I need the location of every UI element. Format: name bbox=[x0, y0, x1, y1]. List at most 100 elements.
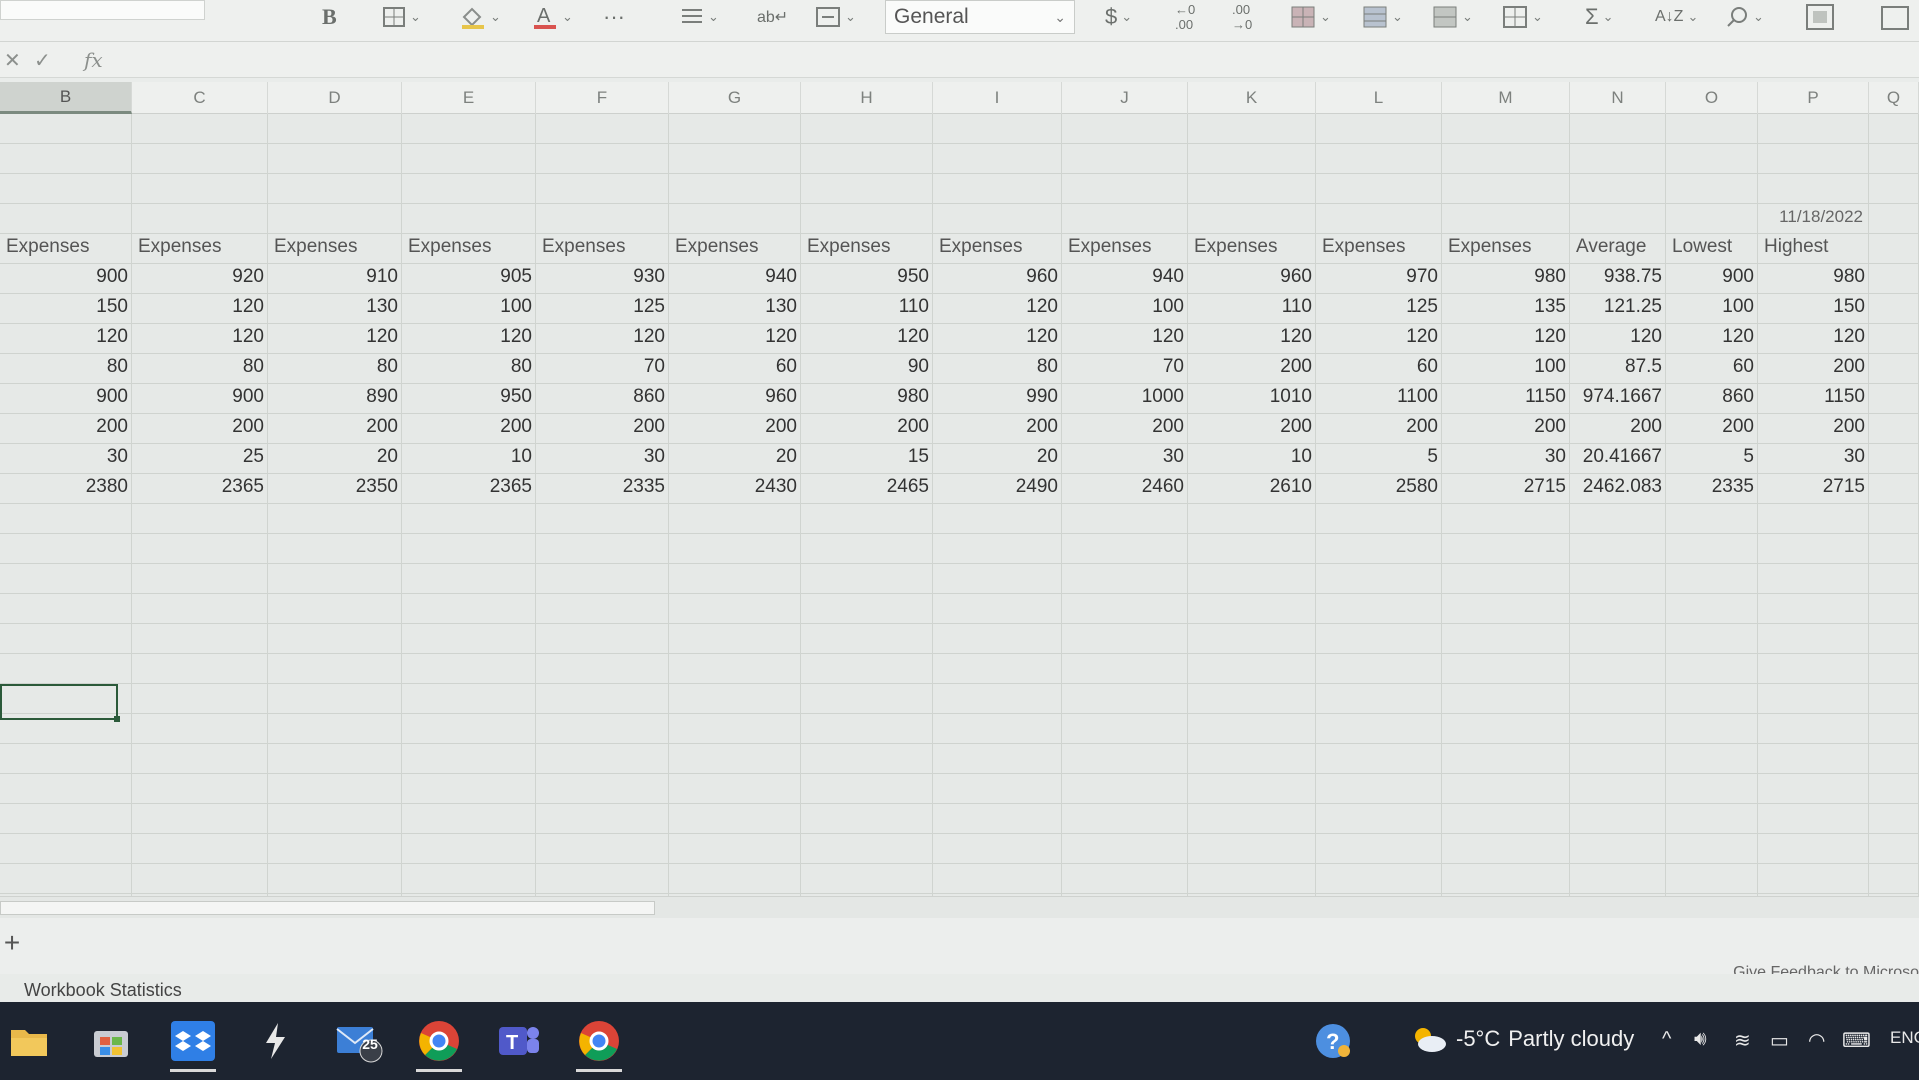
header-cell[interactable]: Expenses bbox=[132, 232, 268, 262]
weather-widget[interactable]: -5°C Partly cloudy bbox=[1410, 1024, 1634, 1054]
data-cell[interactable]: 950 bbox=[801, 262, 933, 292]
data-cell[interactable]: 2365 bbox=[132, 472, 268, 502]
data-cell[interactable]: 60 bbox=[1316, 352, 1442, 382]
cancel-icon[interactable]: ✕ bbox=[4, 48, 21, 73]
data-cell[interactable]: 2610 bbox=[1188, 472, 1316, 502]
data-cell[interactable]: 110 bbox=[1188, 292, 1316, 322]
data-cell[interactable]: 200 bbox=[1442, 412, 1570, 442]
column-header-g[interactable]: G bbox=[669, 82, 801, 114]
add-sheet-button[interactable]: + bbox=[0, 927, 24, 958]
data-cell[interactable]: 120 bbox=[268, 322, 402, 352]
column-header-c[interactable]: C bbox=[132, 82, 268, 114]
network-icon[interactable]: ≋ bbox=[1734, 1028, 1751, 1053]
bold-icon[interactable]: B bbox=[322, 2, 337, 32]
data-cell[interactable]: 120 bbox=[1570, 322, 1666, 352]
data-cell[interactable]: 120 bbox=[132, 292, 268, 322]
column-header-h[interactable]: H bbox=[801, 82, 933, 114]
data-cell[interactable]: 1150 bbox=[1758, 382, 1869, 412]
header-cell[interactable]: Expenses bbox=[669, 232, 801, 262]
data-cell[interactable]: 900 bbox=[0, 382, 132, 412]
header-cell[interactable]: Expenses bbox=[402, 232, 536, 262]
data-cell[interactable]: 30 bbox=[1062, 442, 1188, 472]
data-cell[interactable]: 970 bbox=[1316, 262, 1442, 292]
data-cell[interactable]: 5 bbox=[1316, 442, 1442, 472]
data-cell[interactable]: 200 bbox=[1666, 412, 1758, 442]
data-cell[interactable]: 80 bbox=[132, 352, 268, 382]
data-cell[interactable]: 10 bbox=[402, 442, 536, 472]
data-cell[interactable]: 20 bbox=[933, 442, 1062, 472]
data-cell[interactable]: 135 bbox=[1442, 292, 1570, 322]
data-cell[interactable]: 2580 bbox=[1316, 472, 1442, 502]
font-name-box[interactable] bbox=[0, 0, 205, 20]
speaker-icon[interactable]: 🔊︎ bbox=[1694, 1028, 1707, 1051]
column-header-q[interactable]: Q bbox=[1869, 82, 1919, 114]
data-cell[interactable]: 960 bbox=[933, 262, 1062, 292]
data-cell[interactable]: 150 bbox=[1758, 292, 1869, 322]
data-cell[interactable]: 120 bbox=[669, 322, 801, 352]
data-cell[interactable]: 125 bbox=[536, 292, 669, 322]
data-cell[interactable]: 960 bbox=[1188, 262, 1316, 292]
header-cell[interactable]: Expenses bbox=[1442, 232, 1570, 262]
data-cell[interactable]: 2490 bbox=[933, 472, 1062, 502]
data-cell[interactable]: 2365 bbox=[402, 472, 536, 502]
wrap-text-icon[interactable]: ab↵ bbox=[757, 2, 788, 32]
data-cell[interactable]: 905 bbox=[402, 262, 536, 292]
data-cell[interactable]: 200 bbox=[933, 412, 1062, 442]
data-cell[interactable]: 110 bbox=[801, 292, 933, 322]
column-header-b[interactable]: B bbox=[0, 82, 132, 114]
data-cell[interactable]: 1010 bbox=[1188, 382, 1316, 412]
data-cell[interactable]: 70 bbox=[1062, 352, 1188, 382]
currency-icon[interactable]: $ ⌄ bbox=[1105, 2, 1132, 32]
data-cell[interactable]: 120 bbox=[1666, 322, 1758, 352]
header-cell[interactable]: Expenses bbox=[0, 232, 132, 262]
data-cell[interactable]: 60 bbox=[1666, 352, 1758, 382]
data-cell[interactable]: 30 bbox=[536, 442, 669, 472]
data-cell[interactable]: 120 bbox=[536, 322, 669, 352]
increase-decimal-icon[interactable]: ←0.00 bbox=[1175, 2, 1195, 32]
data-cell[interactable]: 90 bbox=[801, 352, 933, 382]
data-cell[interactable]: 120 bbox=[933, 322, 1062, 352]
data-cell[interactable]: 60 bbox=[669, 352, 801, 382]
data-cell[interactable]: 125 bbox=[1316, 292, 1442, 322]
data-cell[interactable]: 200 bbox=[132, 412, 268, 442]
data-cell[interactable]: 900 bbox=[132, 382, 268, 412]
more-icon[interactable]: ··· bbox=[603, 2, 625, 32]
battery-icon[interactable]: ▭ bbox=[1770, 1028, 1789, 1053]
column-header-o[interactable]: O bbox=[1666, 82, 1758, 114]
data-cell[interactable]: 70 bbox=[536, 352, 669, 382]
data-cell[interactable]: 100 bbox=[402, 292, 536, 322]
data-cell[interactable]: 20 bbox=[669, 442, 801, 472]
decrease-decimal-icon[interactable]: .00 →0 bbox=[1232, 2, 1252, 32]
scrollbar-thumb[interactable] bbox=[0, 901, 655, 915]
column-header-j[interactable]: J bbox=[1062, 82, 1188, 114]
date-cell[interactable]: 11/18/2022 bbox=[1666, 202, 1869, 232]
data-cell[interactable]: 920 bbox=[132, 262, 268, 292]
data-cell[interactable]: 87.5 bbox=[1570, 352, 1666, 382]
column-header-d[interactable]: D bbox=[268, 82, 402, 114]
data-cell[interactable]: 200 bbox=[1062, 412, 1188, 442]
header-cell[interactable]: Expenses bbox=[933, 232, 1062, 262]
data-cell[interactable]: 990 bbox=[933, 382, 1062, 412]
conditional-format-icon[interactable]: ⌄ bbox=[1290, 2, 1331, 32]
header-cell[interactable]: Expenses bbox=[1062, 232, 1188, 262]
chrome-icon[interactable] bbox=[412, 1014, 466, 1072]
keyboard-icon[interactable]: ⌨ bbox=[1842, 1028, 1871, 1053]
data-cell[interactable]: 940 bbox=[1062, 262, 1188, 292]
data-cell[interactable]: 200 bbox=[0, 412, 132, 442]
data-cell[interactable]: 2335 bbox=[1666, 472, 1758, 502]
column-header-n[interactable]: N bbox=[1570, 82, 1666, 114]
data-cell[interactable]: 2462.083 bbox=[1570, 472, 1666, 502]
fill-color-icon[interactable]: ⌄ bbox=[460, 2, 501, 32]
data-cell[interactable]: 980 bbox=[1442, 262, 1570, 292]
insert-cells-icon[interactable]: ⌄ bbox=[1502, 2, 1543, 32]
data-cell[interactable]: 120 bbox=[933, 292, 1062, 322]
data-cell[interactable]: 10 bbox=[1188, 442, 1316, 472]
data-cell[interactable]: 974.1667 bbox=[1570, 382, 1666, 412]
data-cell[interactable]: 1100 bbox=[1316, 382, 1442, 412]
data-cell[interactable]: 930 bbox=[536, 262, 669, 292]
data-cell[interactable]: 860 bbox=[1666, 382, 1758, 412]
data-cell[interactable]: 130 bbox=[669, 292, 801, 322]
column-header-p[interactable]: P bbox=[1758, 82, 1869, 114]
data-cell[interactable]: 2460 bbox=[1062, 472, 1188, 502]
mail-icon[interactable]: 25 bbox=[332, 1014, 386, 1068]
